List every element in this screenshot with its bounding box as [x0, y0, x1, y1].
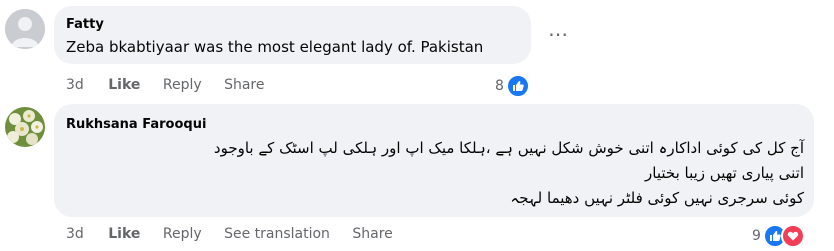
more-options-icon[interactable]: ⋯	[548, 22, 569, 46]
reply-button[interactable]: Reply	[163, 77, 202, 93]
love-reaction-icon	[780, 224, 805, 248]
share-button[interactable]: Share	[224, 77, 264, 93]
like-reaction-icon	[505, 74, 530, 98]
comment-author[interactable]: Rukhsana Farooqui	[66, 117, 206, 132]
reaction-summary[interactable]: 8	[495, 74, 530, 98]
flower-avatar-icon	[5, 107, 45, 147]
comment-actions: 3d Like Reply Share	[66, 77, 283, 93]
avatar[interactable]	[5, 107, 45, 147]
comment-timestamp[interactable]: 3d	[66, 226, 84, 242]
comment-text-line-2: اتنی پیاری تھیں زیبا بختیار	[645, 164, 804, 182]
comment-fatty: Fatty Zeba bkabtiyaar was the most elega…	[0, 0, 834, 100]
reply-button[interactable]: Reply	[163, 226, 202, 242]
comment-actions: 3d Like Reply See translation Share	[66, 226, 411, 242]
reaction-count: 9	[752, 228, 761, 244]
default-avatar-icon	[5, 9, 45, 49]
comment-timestamp[interactable]: 3d	[66, 77, 84, 93]
see-translation-button[interactable]: See translation	[224, 226, 330, 242]
like-button[interactable]: Like	[108, 226, 140, 242]
avatar[interactable]	[5, 9, 45, 49]
reaction-count: 8	[495, 78, 504, 94]
comment-text-line-3: کوئی سرجری نہیں کوئی فلٹر نہیں دھیما لہج…	[510, 189, 804, 207]
share-button[interactable]: Share	[352, 226, 392, 242]
reaction-summary[interactable]: 9	[752, 224, 805, 248]
like-button[interactable]: Like	[108, 77, 140, 93]
comment-text: Zeba bkabtiyaar was the most elegant lad…	[66, 38, 484, 56]
comment-author[interactable]: Fatty	[66, 17, 104, 32]
comment-text-line-1: آج کل کی کوئی اداکارہ اتنی خوش شکل نہیں …	[213, 139, 804, 157]
comment-rukhsana: Rukhsana Farooqui آج کل کی کوئی اداکارہ …	[0, 100, 834, 251]
